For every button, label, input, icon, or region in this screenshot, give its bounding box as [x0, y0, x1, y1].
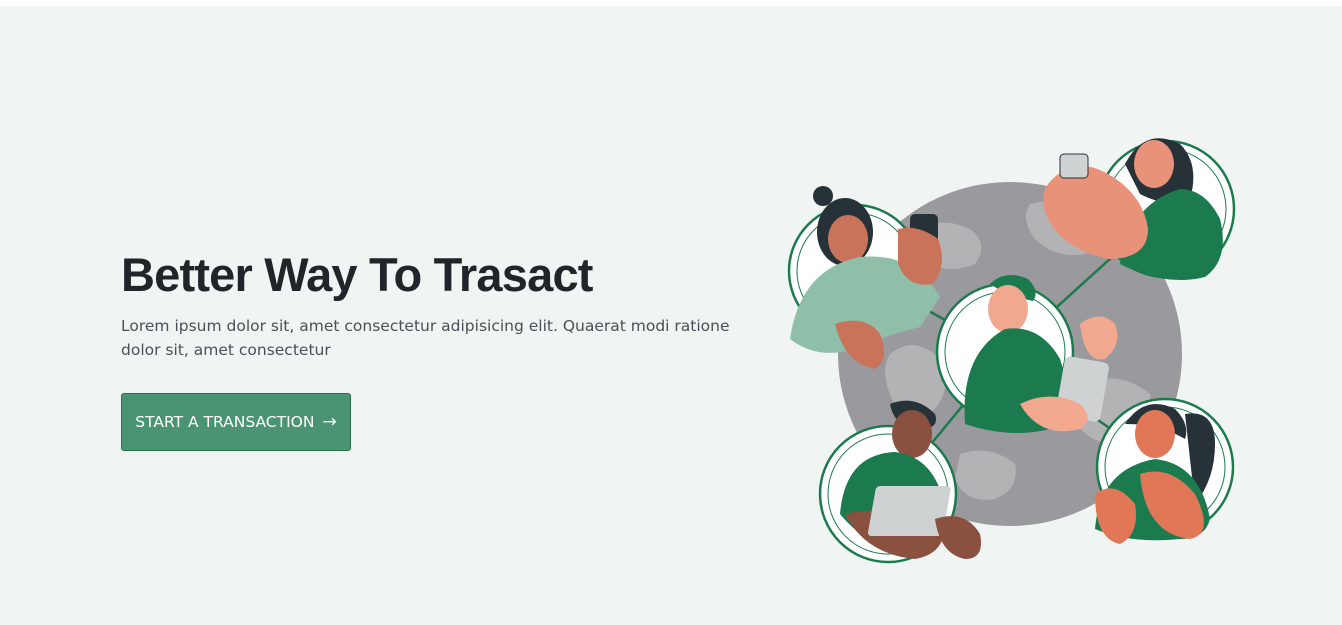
hero-title: Better Way To Trasact [121, 248, 593, 301]
start-transaction-button[interactable]: START A TRANSACTION → [121, 393, 351, 451]
global-network-illustration [787, 138, 1236, 564]
hero-description: Lorem ipsum dolor sit, amet consectetur … [121, 317, 730, 359]
hero-section: Better Way To Trasact Lorem ipsum dolor … [0, 6, 1342, 625]
person-bottom-right [1095, 397, 1235, 544]
hero-text: Better Way To Trasact Lorem ipsum dolor … [121, 246, 761, 451]
start-transaction-label: START A TRANSACTION [135, 413, 315, 431]
arrow-right-icon: → [322, 411, 337, 432]
